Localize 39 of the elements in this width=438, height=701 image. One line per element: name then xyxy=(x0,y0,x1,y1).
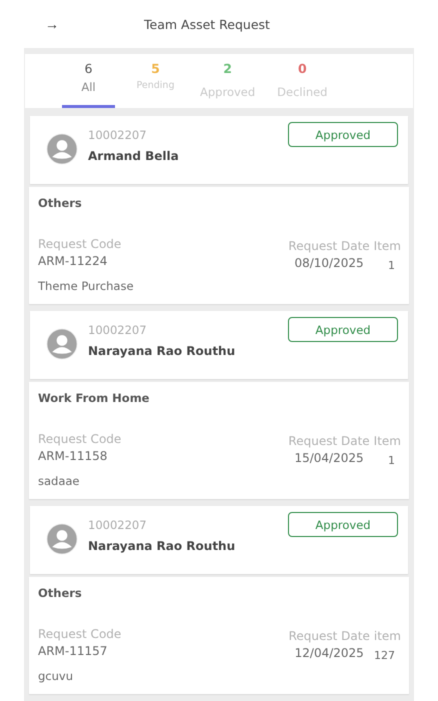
request-note: sadaae xyxy=(38,474,81,488)
back-button[interactable]: → xyxy=(42,16,62,32)
request-code: ARM-11157 xyxy=(38,644,108,658)
field-label: Item xyxy=(374,239,401,253)
avatar-icon xyxy=(46,133,78,165)
field-label: Request Code xyxy=(38,627,122,641)
request-category: Work From Home xyxy=(38,391,150,405)
field-label: Request Date xyxy=(288,239,370,253)
avatar-icon xyxy=(46,328,78,360)
status-badge: Approved xyxy=(288,122,398,147)
employee-name: Armand Bella xyxy=(88,149,180,163)
request-date: 12/04/2025 xyxy=(294,646,364,660)
request-note: gcuvu xyxy=(38,669,74,683)
page-title: Team Asset Request xyxy=(144,16,270,32)
request-note: Theme Purchase xyxy=(38,279,135,293)
field-label: Request Code xyxy=(38,237,122,251)
item-count: 1 xyxy=(388,454,395,467)
field-label: Request Date xyxy=(288,629,370,643)
field-label: Request Date xyxy=(288,434,370,448)
status-badge: Approved xyxy=(288,512,398,537)
employee-id: 10002207 xyxy=(88,128,148,142)
field-label: Request Code xyxy=(38,432,122,446)
item-count: 1 xyxy=(388,259,395,272)
request-code: ARM-11224 xyxy=(38,254,108,268)
status-badge: Approved xyxy=(288,317,398,342)
employee-name: Narayana Rao Routhu xyxy=(88,539,236,553)
request-category: Others xyxy=(38,196,83,210)
item-count: 127 xyxy=(374,649,395,662)
field-label: item xyxy=(374,629,401,643)
request-category: Others xyxy=(38,586,83,600)
field-label: Item xyxy=(374,434,401,448)
employee-id: 10002207 xyxy=(88,323,148,337)
employee-id: 10002207 xyxy=(88,518,148,532)
filter-tab[interactable]: 6 All xyxy=(62,54,115,108)
request-date: 08/10/2025 xyxy=(294,256,364,270)
request-code: ARM-11158 xyxy=(38,449,108,463)
request-date: 15/04/2025 xyxy=(294,451,364,465)
avatar-icon xyxy=(46,523,78,555)
employee-name: Narayana Rao Routhu xyxy=(88,344,236,358)
